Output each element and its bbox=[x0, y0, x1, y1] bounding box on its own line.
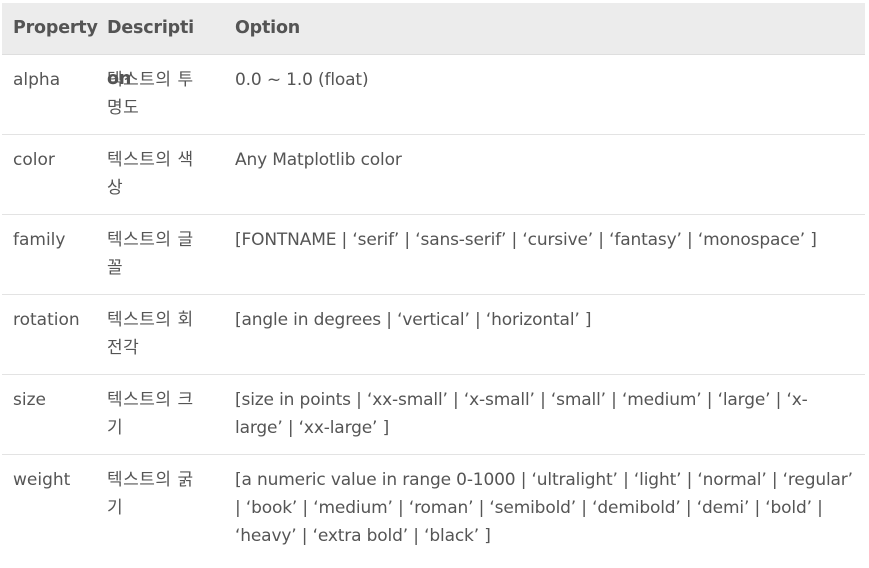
table-row: color 텍스트의 색상 Any Matplotlib color bbox=[2, 135, 865, 215]
header-property: Property bbox=[13, 18, 98, 38]
cell-property: rotation bbox=[13, 310, 80, 330]
cell-option: [FONTNAME | ‘serif’ | ‘sans-serif’ | ‘cu… bbox=[235, 230, 817, 250]
header-option: Option bbox=[235, 18, 301, 38]
property-table: Property Description Option alpha 텍스트의 투… bbox=[2, 3, 865, 565]
cell-option: Any Matplotlib color bbox=[235, 150, 402, 170]
cell-option: [a numeric value in range 0-1000 | ‘ultr… bbox=[235, 470, 853, 546]
table-row: weight 텍스트의 굵기 [a numeric value in range… bbox=[2, 455, 865, 565]
cell-description: 텍스트의 굵기 bbox=[107, 470, 194, 518]
cell-property: alpha bbox=[13, 70, 61, 90]
table-header-row: Property Description Option bbox=[2, 3, 865, 89]
cell-option: [angle in degrees | ‘vertical’ | ‘horizo… bbox=[235, 310, 592, 330]
cell-property: weight bbox=[13, 470, 71, 490]
cell-description: 텍스트의 글꼴 bbox=[107, 230, 194, 278]
cell-description: 텍스트의 색상 bbox=[107, 150, 194, 198]
cell-property: size bbox=[13, 390, 46, 410]
cell-description: 텍스트의 크기 bbox=[107, 390, 194, 438]
cell-option: 0.0 ~ 1.0 (float) bbox=[235, 70, 369, 90]
table-row: alpha 텍스트의 투명도 0.0 ~ 1.0 (float) bbox=[2, 55, 865, 135]
header-description: Description bbox=[107, 18, 194, 89]
table-row: size 텍스트의 크기 [size in points | ‘xx-small… bbox=[2, 375, 865, 455]
cell-property: family bbox=[13, 230, 66, 250]
table-row: rotation 텍스트의 회전각 [angle in degrees | ‘v… bbox=[2, 295, 865, 375]
cell-description: 텍스트의 회전각 bbox=[107, 310, 194, 358]
table-row: family 텍스트의 글꼴 [FONTNAME | ‘serif’ | ‘sa… bbox=[2, 215, 865, 295]
cell-description: 텍스트의 투명도 bbox=[107, 70, 194, 118]
cell-property: color bbox=[13, 150, 55, 170]
cell-option: [size in points | ‘xx-small’ | ‘x-small’… bbox=[235, 390, 808, 438]
